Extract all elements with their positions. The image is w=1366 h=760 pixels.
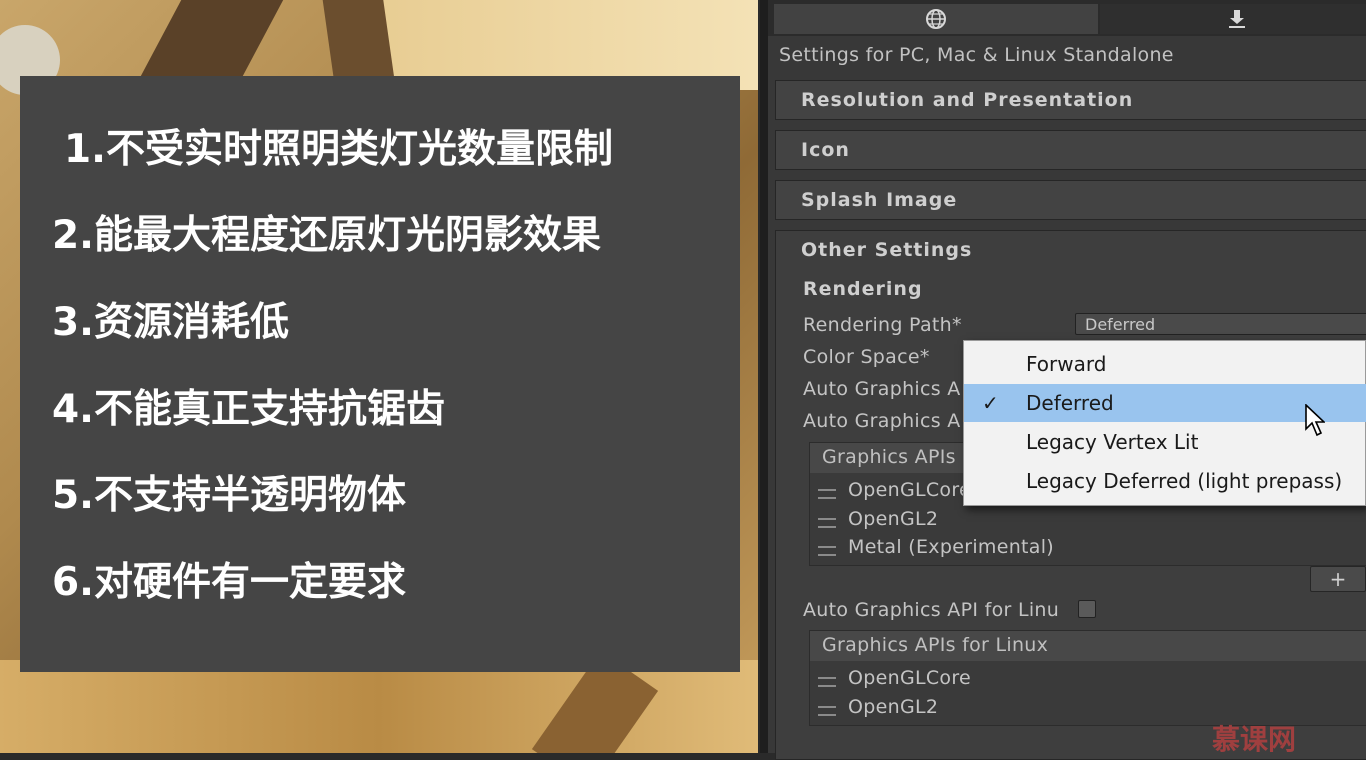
section-title: Icon xyxy=(801,139,850,161)
menu-item-legacy-deferred[interactable]: Legacy Deferred (light prepass) xyxy=(964,462,1366,500)
api-name: OpenGLCore xyxy=(848,667,972,689)
slide-point-2: 2.能最大程度还原灯光阴影效果 xyxy=(52,213,601,258)
section-title: Splash Image xyxy=(801,189,958,211)
graphics-apis-header-label: Graphics APIs xyxy=(822,446,956,468)
menu-item-label: Legacy Deferred (light prepass) xyxy=(1026,469,1343,493)
slide-point-1: 1.不受实时照明类灯光数量限制 xyxy=(64,127,613,172)
auto-graphics-api-label: Auto Graphics A xyxy=(803,378,961,400)
check-icon: ✓ xyxy=(982,391,999,415)
section-title[interactable]: Other Settings xyxy=(801,239,972,261)
api-list-item[interactable]: OpenGL2 xyxy=(818,506,938,532)
section-title: Resolution and Presentation xyxy=(801,89,1134,111)
drag-handle-icon[interactable] xyxy=(818,546,836,556)
graphics-apis-linux-list: Graphics APIs for Linux OpenGLCore OpenG… xyxy=(809,630,1366,726)
graphics-apis-header: Graphics APIs for Linux xyxy=(810,631,1366,661)
drag-handle-icon[interactable] xyxy=(818,489,836,499)
api-name: OpenGL2 xyxy=(848,696,939,718)
menu-item-label: Deferred xyxy=(1026,391,1114,415)
auto-graphics-api-linux-label: Auto Graphics API for Linu xyxy=(803,599,1060,621)
rendering-path-value: Deferred xyxy=(1085,315,1156,334)
globe-icon xyxy=(926,9,946,29)
slide-point-5: 5.不支持半透明物体 xyxy=(52,473,406,518)
slide-panel: 1.不受实时照明类灯光数量限制 2.能最大程度还原灯光阴影效果 3.资源消耗低 … xyxy=(20,76,740,672)
api-list-item[interactable]: OpenGLCore xyxy=(818,477,971,503)
slide-point-4: 4.不能真正支持抗锯齿 xyxy=(52,387,445,432)
section-splash-image[interactable]: Splash Image xyxy=(775,180,1366,220)
menu-item-forward[interactable]: Forward xyxy=(964,345,1366,383)
slide-point-3: 3.资源消耗低 xyxy=(52,300,289,345)
auto-graphics-api-label: Auto Graphics A xyxy=(803,410,961,432)
menu-item-label: Legacy Vertex Lit xyxy=(1026,430,1199,454)
platform-tabbar xyxy=(768,0,1366,36)
api-list-item[interactable]: Metal (Experimental) xyxy=(818,534,1054,560)
tab-webgl[interactable] xyxy=(774,4,1098,34)
graphics-apis-header-label: Graphics APIs for Linux xyxy=(822,634,1049,656)
slide-point-6: 6.对硬件有一定要求 xyxy=(52,560,406,605)
tab-standalone[interactable] xyxy=(1100,4,1366,34)
watermark-logo: 慕课网 xyxy=(1212,723,1297,756)
drag-handle-icon[interactable] xyxy=(818,706,836,716)
api-name: OpenGL2 xyxy=(848,508,939,530)
api-list-item[interactable]: OpenGLCore xyxy=(818,665,971,691)
add-api-button[interactable]: + xyxy=(1310,566,1366,592)
color-space-label: Color Space* xyxy=(803,346,930,368)
menu-item-label: Forward xyxy=(1026,352,1107,376)
settings-for-label: Settings for PC, Mac & Linux Standalone xyxy=(779,44,1174,66)
section-resolution[interactable]: Resolution and Presentation xyxy=(775,80,1366,120)
mouse-cursor-icon xyxy=(1305,404,1325,437)
rendering-path-dropdown[interactable]: Deferred xyxy=(1075,313,1366,335)
api-list-item[interactable]: OpenGL2 xyxy=(818,694,938,720)
rendering-path-label: Rendering Path* xyxy=(803,314,962,336)
rendering-heading: Rendering xyxy=(803,278,923,300)
api-name: Metal (Experimental) xyxy=(848,536,1055,558)
auto-graphics-api-linux-checkbox[interactable] xyxy=(1078,600,1096,618)
drag-handle-icon[interactable] xyxy=(818,518,836,528)
api-name: OpenGLCore xyxy=(848,479,972,501)
download-icon xyxy=(1229,10,1245,28)
drag-handle-icon[interactable] xyxy=(818,677,836,687)
section-icon[interactable]: Icon xyxy=(775,130,1366,170)
